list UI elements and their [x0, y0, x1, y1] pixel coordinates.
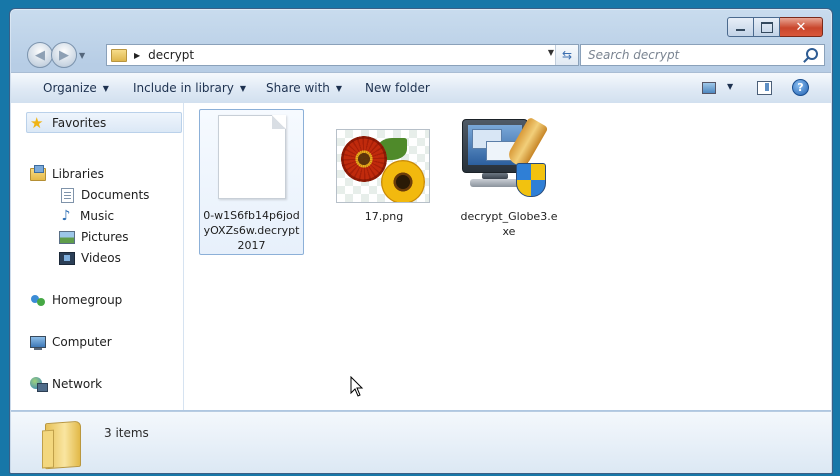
close-button[interactable]: ✕ — [780, 17, 823, 37]
command-bar: Organize ▼ Include in library ▼ Share with… — [11, 72, 831, 104]
help-icon[interactable]: ? — [792, 79, 809, 96]
minimize-icon — [736, 29, 745, 31]
uac-shield-icon — [516, 163, 546, 197]
nav-item-homegroup[interactable]: Homegroup — [30, 290, 200, 310]
forward-arrow-icon: ▶ — [59, 47, 69, 63]
computer-icon — [30, 336, 46, 350]
nav-label: Libraries — [52, 167, 104, 181]
yellow-flower-graphic — [381, 160, 425, 202]
forward-button[interactable]: ▶ — [51, 42, 77, 68]
back-button[interactable]: ◀ — [27, 42, 53, 68]
caption-buttons: ✕ — [727, 17, 823, 37]
breadcrumb-arrow-icon[interactable]: ▶ — [134, 51, 140, 60]
file-item-encrypted[interactable]: 0-w1S6fb14p6jod yOXZs6w.decrypt 2017 — [199, 109, 304, 255]
application-icon — [454, 113, 554, 205]
refresh-button[interactable]: ⇆ — [555, 45, 578, 65]
details-pane: 3 items — [11, 411, 831, 473]
address-dropdown-icon[interactable]: ▼ — [548, 48, 554, 57]
nav-label: Favorites — [52, 115, 107, 130]
chevron-down-icon: ▼ — [102, 83, 109, 93]
file-name-line: xe — [502, 225, 516, 238]
nav-item-libraries[interactable]: Libraries — [30, 164, 200, 184]
file-name-line: yOXZs6w.decrypt — [203, 224, 300, 237]
nav-label: Computer — [52, 335, 112, 349]
file-name-line: 17.png — [364, 210, 404, 223]
star-icon: ★ — [30, 113, 44, 132]
nav-item-favorites[interactable]: ★ Favorites — [26, 112, 182, 133]
explorer-window: ✕ ◀ ▶ ▼ ▶ decrypt ▼ ⇆ Search decrypt Org… — [9, 8, 833, 474]
file-item-png[interactable]: 17.png — [334, 109, 434, 239]
maximize-icon — [760, 21, 773, 33]
maximize-button[interactable] — [754, 17, 780, 37]
organize-button[interactable]: Organize ▼ — [43, 81, 109, 95]
libraries-icon — [30, 164, 46, 181]
navigation-buttons: ◀ ▶ ▼ — [27, 42, 85, 68]
item-count: 3 items — [104, 426, 149, 440]
nav-item-computer[interactable]: Computer — [30, 332, 200, 352]
monitor-base — [470, 179, 520, 187]
refresh-icon: ⇆ — [561, 48, 573, 62]
red-flower-graphic — [341, 136, 387, 182]
include-in-library-label: Include in library — [133, 81, 234, 95]
pictures-icon — [59, 230, 75, 244]
file-name: 17.png — [334, 209, 434, 224]
minimize-button[interactable] — [727, 17, 754, 37]
share-with-label: Share with — [266, 81, 330, 95]
nav-item-network[interactable]: Network — [30, 374, 200, 394]
view-options-dropdown-icon[interactable]: ▼ — [727, 82, 733, 91]
breadcrumb-decrypt[interactable]: decrypt — [148, 48, 194, 62]
nav-label: Homegroup — [52, 293, 123, 307]
search-icon[interactable] — [806, 48, 818, 60]
file-item-exe[interactable]: decrypt_Globe3.e xe — [454, 109, 564, 249]
file-name-line: 2017 — [237, 239, 266, 252]
file-name-line: decrypt_Globe3.e — [460, 210, 558, 223]
mouse-cursor-icon — [350, 376, 364, 397]
organize-label: Organize — [43, 81, 97, 95]
image-thumbnail-icon — [336, 129, 430, 203]
nav-label: Videos — [81, 251, 121, 265]
search-placeholder: Search decrypt — [588, 48, 680, 62]
file-name-line: 0-w1S6fb14p6jod — [203, 209, 300, 222]
blank-document-icon — [218, 115, 286, 199]
nav-label: Documents — [81, 188, 150, 202]
chevron-down-icon: ▼ — [239, 83, 247, 93]
nav-label: Network — [52, 377, 103, 391]
new-folder-label: New folder — [365, 81, 430, 95]
share-with-button[interactable]: Share with ▼ — [266, 81, 342, 95]
documents-icon — [61, 187, 74, 203]
new-folder-button[interactable]: New folder — [365, 81, 430, 95]
nav-label: Music — [80, 209, 115, 223]
change-view-icon[interactable] — [702, 82, 716, 94]
include-in-library-button[interactable]: Include in library ▼ — [133, 81, 246, 95]
homegroup-icon — [30, 293, 46, 307]
folder-icon — [111, 48, 127, 62]
search-input[interactable]: Search decrypt — [580, 44, 825, 66]
nav-label: Pictures — [81, 230, 129, 244]
close-icon: ✕ — [795, 19, 807, 35]
navigation-pane: ★ Favorites Libraries Documents ♪ Music … — [11, 103, 184, 410]
file-name: 0-w1S6fb14p6jod yOXZs6w.decrypt 2017 — [200, 208, 303, 253]
file-name: decrypt_Globe3.e xe — [454, 209, 564, 239]
preview-pane-icon[interactable] — [757, 81, 772, 95]
back-arrow-icon: ◀ — [35, 47, 45, 63]
videos-icon — [59, 251, 75, 265]
file-list: 0-w1S6fb14p6jod yOXZs6w.decrypt 2017 17.… — [184, 103, 831, 410]
folder-icon — [45, 420, 81, 470]
recent-pages-dropdown-icon[interactable]: ▼ — [79, 51, 85, 60]
address-bar[interactable]: ▶ decrypt ▼ ⇆ — [106, 44, 579, 66]
music-note-icon: ♪ — [61, 208, 71, 224]
chevron-down-icon: ▼ — [335, 83, 343, 93]
network-icon — [30, 377, 48, 392]
